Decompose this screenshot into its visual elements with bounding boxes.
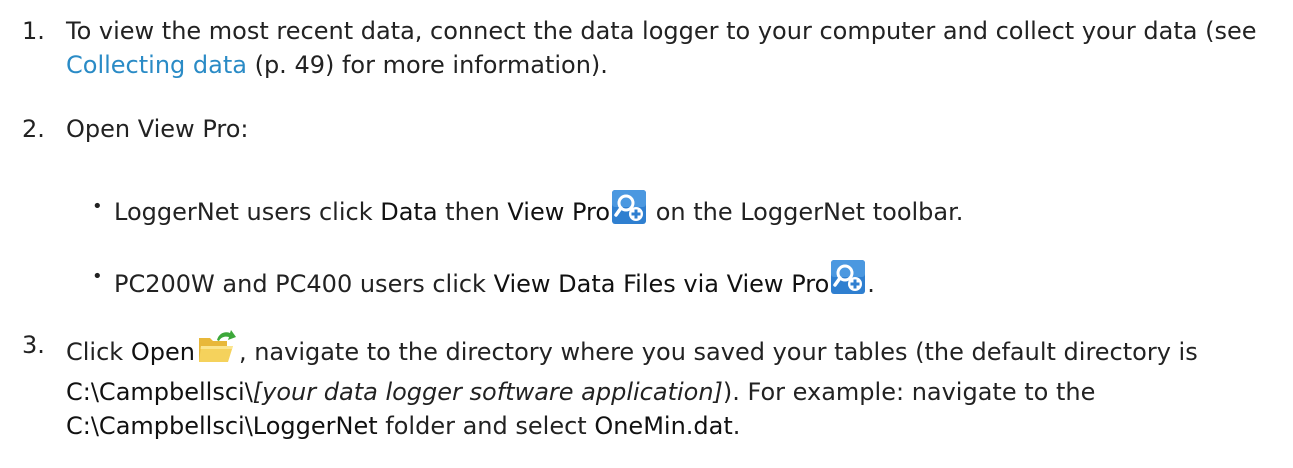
bullet-text-part: on the LoggerNet toolbar. — [648, 198, 964, 226]
step-text: Open View Pro: — [66, 115, 249, 143]
step-2: 2. Open View Pro: — [22, 112, 1282, 146]
loggernet-folder-path: C:\Campbellsci\LoggerNet — [66, 412, 378, 440]
data-menu-label: Data — [380, 198, 438, 226]
bullet-text-part: LoggerNet users click — [114, 198, 381, 226]
bullet-text-part: PC200W and PC400 users click — [114, 270, 494, 298]
open-label: Open — [130, 338, 195, 366]
open-folder-icon — [197, 328, 237, 375]
bullet-loggernet: • LoggerNet users click Data then View P… — [92, 190, 1282, 233]
campbellsci-path: C:\Campbellsci\ — [66, 378, 253, 406]
view-pro-label: View Pro — [507, 198, 611, 226]
software-placeholder: [your data logger software application] — [252, 378, 723, 406]
bullet-text: PC200W and PC400 users click View Data F… — [114, 260, 1282, 303]
bullet-dot: • — [92, 266, 103, 287]
view-pro-icon — [612, 190, 647, 233]
step-text-part: (p. 49) for more information). — [246, 51, 608, 79]
bullet-text: LoggerNet users click Data then View Pro… — [114, 190, 1282, 233]
step-1: 1. To view the most recent data, connect… — [22, 14, 1282, 82]
onemin-file-name: OneMin.dat — [594, 412, 733, 440]
step-3: 3. Click Open , navigate to the director… — [22, 328, 1282, 443]
document-page: { "step1": { "number": "1.", "text_a": "… — [0, 0, 1293, 468]
step-text-part: folder and select — [377, 412, 595, 440]
bullet-pc200w: • PC200W and PC400 users click View Data… — [92, 260, 1282, 303]
bullet-dot: • — [92, 196, 103, 217]
bullet-text-part: then — [437, 198, 508, 226]
collecting-data-link[interactable]: Collecting data — [66, 51, 247, 79]
step-text-part: . — [732, 412, 741, 440]
view-data-files-label: View Data Files via View Pro — [493, 270, 830, 298]
step-text: To view the most recent data, connect th… — [66, 14, 1282, 82]
step-number: 1. — [22, 17, 45, 45]
step-number: 2. — [22, 115, 45, 143]
step-text: Click Open , navigate to the directory w… — [66, 328, 1282, 443]
step-text-part: ). For example: navigate to the — [722, 378, 1096, 406]
bullet-text-part: . — [867, 270, 875, 298]
step-text-part: , navigate to the directory where you sa… — [238, 338, 1198, 366]
step-number: 3. — [22, 331, 45, 359]
step-text-part: To view the most recent data, connect th… — [66, 17, 1257, 45]
step-text-part: Click — [66, 338, 131, 366]
view-pro-icon — [831, 260, 866, 303]
